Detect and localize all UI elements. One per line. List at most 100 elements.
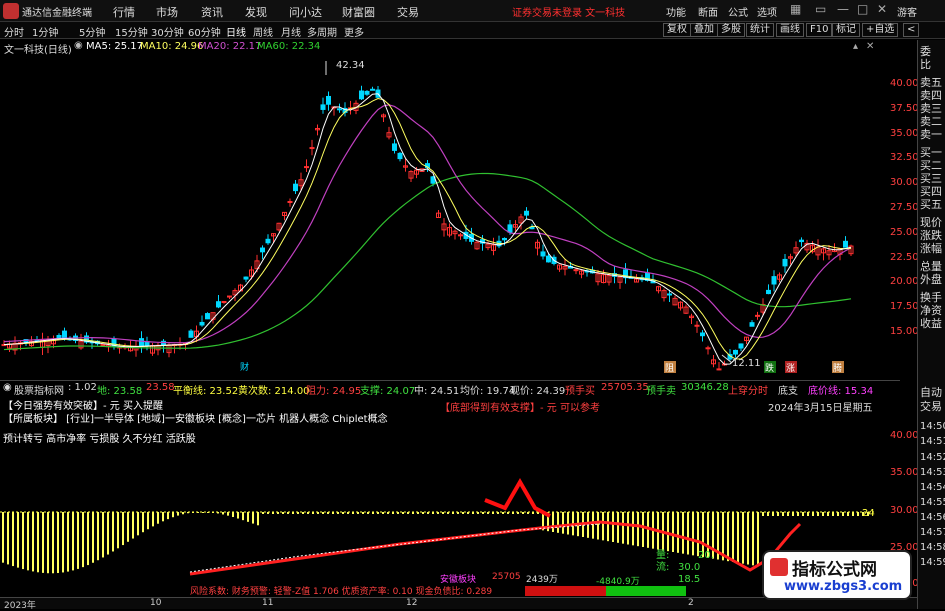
fuquan-button[interactable]: 复权 bbox=[663, 23, 691, 37]
tool-gongshi[interactable]: 公式 bbox=[728, 4, 748, 19]
indicator-bar bbox=[482, 512, 484, 514]
f10-button[interactable]: F10 bbox=[806, 23, 833, 37]
candle-body bbox=[782, 258, 788, 267]
tongji-button[interactable]: 统计 bbox=[746, 23, 774, 37]
sb-wei: 委 bbox=[920, 45, 931, 58]
close-icon[interactable]: ✕ bbox=[877, 2, 887, 16]
candle-body bbox=[573, 269, 579, 272]
indicator-bar bbox=[242, 512, 244, 521]
candle-body bbox=[694, 324, 700, 327]
axis-year: 2023年 bbox=[4, 601, 36, 611]
menu-caifuquan[interactable]: 财富圈 bbox=[342, 4, 375, 20]
period-daily[interactable]: 日线 bbox=[226, 24, 246, 39]
candle-body bbox=[507, 224, 513, 233]
period-monthly[interactable]: 月线 bbox=[281, 24, 301, 39]
huaxian-button[interactable]: 画线 bbox=[776, 23, 804, 37]
candle-body bbox=[700, 332, 705, 337]
indicator-bar bbox=[442, 512, 444, 514]
candle-body bbox=[221, 300, 227, 303]
candle-body bbox=[733, 349, 738, 355]
stock-title: 文一科技(日线) bbox=[4, 45, 72, 56]
ma10-label: MA10: 24.96 bbox=[140, 41, 204, 52]
menu-wenxiaoda[interactable]: 问小达 bbox=[289, 4, 322, 20]
ind-name[interactable]: 股票指标网 bbox=[14, 382, 64, 397]
tool-duanmian[interactable]: 断面 bbox=[698, 4, 718, 19]
watermark-name: 指标公式网 bbox=[792, 560, 877, 580]
expand-icon[interactable]: ▴ bbox=[853, 41, 858, 52]
sb-sell1: 卖一 bbox=[920, 128, 942, 141]
menu-faxian[interactable]: 发现 bbox=[245, 4, 267, 20]
period-60min[interactable]: 60分钟 bbox=[188, 24, 221, 39]
period-multi[interactable]: 多周期 bbox=[307, 24, 337, 39]
biaoji-button[interactable]: 标记 bbox=[832, 23, 860, 37]
period-30min[interactable]: 30分钟 bbox=[151, 24, 184, 39]
ind-maishou-label: 预手买 bbox=[565, 386, 595, 397]
period-5min[interactable]: 5分钟 bbox=[79, 24, 105, 39]
menu-shichang[interactable]: 市场 bbox=[156, 4, 178, 20]
indicator-bar bbox=[567, 512, 569, 535]
indicator-bar bbox=[782, 512, 784, 516]
candle-body bbox=[260, 247, 265, 253]
tool-gongneng[interactable]: 功能 bbox=[666, 4, 686, 19]
duogu-button[interactable]: 多股 bbox=[717, 23, 745, 37]
period-fenshi[interactable]: 分时 bbox=[4, 24, 24, 39]
ma-settings-icon[interactable]: ◉ bbox=[74, 40, 83, 51]
ma-legend: 文一科技(日线) ◉ MA5: 25.17 MA10: 24.96 MA20: … bbox=[0, 40, 900, 56]
indicator-bar bbox=[637, 512, 639, 547]
indicator-bar bbox=[827, 512, 829, 516]
sb-jiaoyi[interactable]: 交易 bbox=[920, 400, 942, 413]
indicator-bar bbox=[97, 512, 99, 561]
back-button[interactable]: < bbox=[903, 23, 920, 37]
menu-jiaoyi[interactable]: 交易 bbox=[397, 4, 419, 20]
candle-body bbox=[370, 88, 375, 91]
period-15min[interactable]: 15分钟 bbox=[115, 24, 148, 39]
y-tick-32: 32.50 bbox=[890, 152, 919, 163]
bk-label: 安徽板块 bbox=[440, 575, 477, 585]
guest-label[interactable]: 游客 bbox=[897, 4, 917, 19]
sb-zhangdie: 涨跌 bbox=[920, 229, 942, 242]
candle-body bbox=[205, 313, 210, 320]
grid-icon[interactable]: ▦ bbox=[790, 2, 801, 16]
menu-hangqing[interactable]: 行情 bbox=[113, 4, 135, 20]
indicator-bar bbox=[112, 512, 114, 552]
candle-body bbox=[392, 143, 397, 151]
candle-body bbox=[502, 237, 507, 241]
ind-junjia: 均价: 19.74 bbox=[460, 386, 516, 397]
candlestick-chart[interactable]: 42.34 12.11 财 阻 跌 涨 腾 bbox=[0, 55, 885, 380]
sb-time-1459: 14:59 bbox=[920, 557, 945, 568]
candle-body bbox=[524, 210, 529, 216]
sb-sell2: 卖二 bbox=[920, 115, 942, 128]
collapse-icon[interactable]: ✕ bbox=[866, 41, 874, 52]
sb-sell3: 卖三 bbox=[920, 102, 942, 115]
period-more[interactable]: 更多 bbox=[344, 24, 364, 39]
indicator-bar bbox=[817, 512, 819, 516]
monitor-icon[interactable]: ▭ bbox=[815, 2, 826, 16]
axis-month-10: 10 bbox=[150, 598, 162, 608]
sb-time-1458: 14:58 bbox=[920, 542, 945, 553]
indicator-bar: ◉ 股票指标网 : 1.02 地: 23.58 23.58 平衡线: 23.52… bbox=[0, 380, 900, 397]
maximize-icon[interactable]: □ bbox=[857, 2, 868, 16]
diejia-button[interactable]: 叠加 bbox=[690, 23, 718, 37]
high-label: 42.34 bbox=[336, 60, 365, 71]
sb-zidong[interactable]: 自动 bbox=[920, 386, 942, 399]
period-weekly[interactable]: 周线 bbox=[253, 24, 273, 39]
login-warning[interactable]: 证券交易未登录 文一科技 bbox=[512, 4, 625, 19]
add-favorite-button[interactable]: +自选 bbox=[862, 23, 899, 37]
menu-zixun[interactable]: 资讯 bbox=[201, 4, 223, 20]
minimize-icon[interactable]: — bbox=[837, 2, 849, 16]
tool-xuanxiang[interactable]: 选项 bbox=[757, 4, 777, 19]
indicator-bar bbox=[812, 512, 814, 516]
info-panel: 【今日强势有效突破】- 元 买入提醒 【底部得到有效支撑】- 元 可以参考 20… bbox=[0, 396, 885, 446]
period-1min[interactable]: 1分钟 bbox=[32, 24, 58, 39]
ind-settings-icon[interactable]: ◉ bbox=[3, 382, 12, 393]
indicator-bar bbox=[37, 512, 39, 573]
y-tick-37: 37.50 bbox=[890, 103, 919, 114]
ind-zhicheng: 支撑: 24.07 bbox=[360, 386, 416, 397]
indicator-bar bbox=[237, 512, 239, 519]
candle-body bbox=[799, 239, 804, 243]
candle-body bbox=[161, 340, 166, 346]
marker-zhang: 涨 bbox=[786, 363, 795, 374]
indicator-bar bbox=[617, 512, 619, 543]
candle-body bbox=[397, 152, 403, 160]
ind-zhong: 中: 24.51 bbox=[414, 386, 460, 397]
